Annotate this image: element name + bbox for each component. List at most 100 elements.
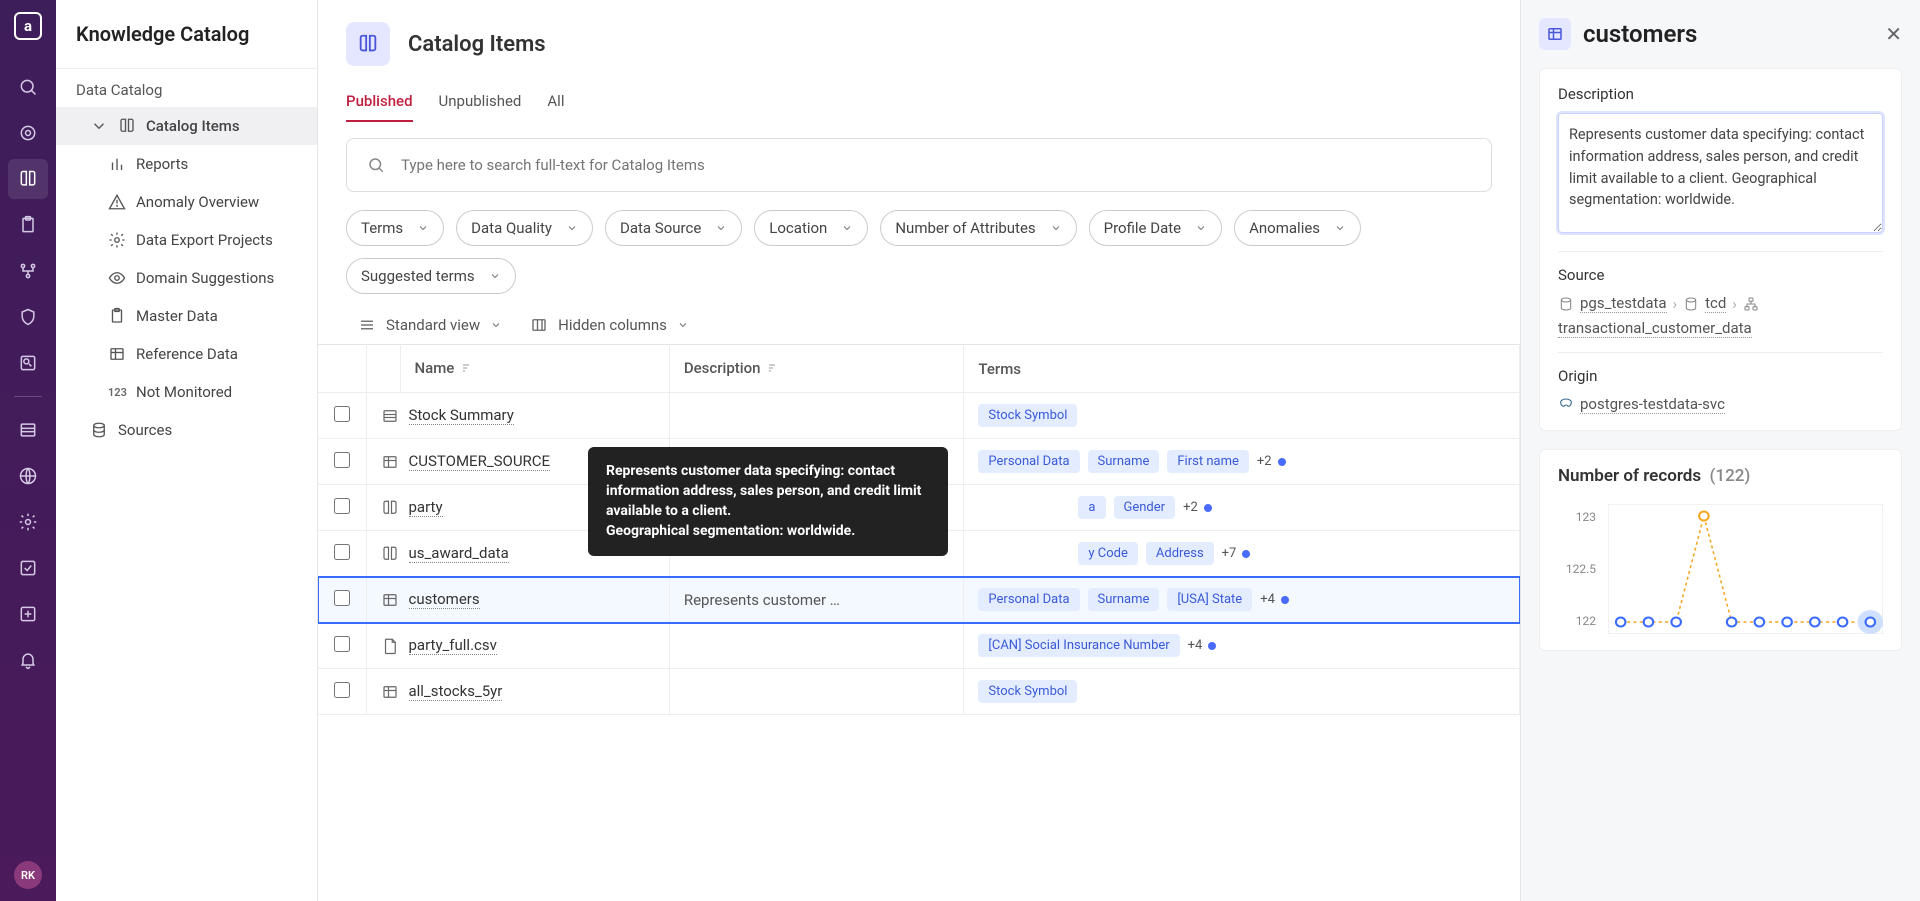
sidebar-item-catalog-items[interactable]: Catalog Items bbox=[56, 107, 317, 145]
table-row[interactable]: customers Represents customer … Personal D… bbox=[318, 577, 1520, 623]
search-box[interactable] bbox=[346, 138, 1492, 192]
item-name[interactable]: party_full.csv bbox=[409, 636, 497, 655]
filter-chip[interactable]: Suggested terms bbox=[346, 258, 516, 294]
rail-check-icon[interactable] bbox=[8, 548, 48, 588]
list-icon bbox=[358, 316, 376, 334]
row-checkbox[interactable] bbox=[334, 452, 350, 468]
term-tag[interactable]: a bbox=[1078, 496, 1105, 519]
item-name[interactable]: all_stocks_5yr bbox=[409, 682, 503, 701]
rail-catalog-icon[interactable] bbox=[8, 159, 48, 199]
origin-link[interactable]: postgres-testdata-svc bbox=[1580, 395, 1725, 414]
rail-globe-icon[interactable] bbox=[8, 456, 48, 496]
tab-all[interactable]: All bbox=[547, 92, 564, 122]
description-textarea[interactable] bbox=[1558, 113, 1883, 233]
standard-view-toggle[interactable]: Standard view bbox=[358, 316, 502, 334]
item-name[interactable]: CUSTOMER_SOURCE bbox=[409, 452, 551, 471]
tabs: Published Unpublished All bbox=[318, 72, 1520, 122]
hidden-columns-toggle[interactable]: Hidden columns bbox=[530, 316, 689, 334]
rail-shield-icon[interactable] bbox=[8, 297, 48, 337]
sidebar-item-label: Not Monitored bbox=[136, 383, 232, 401]
item-name[interactable]: Stock Summary bbox=[409, 406, 514, 425]
source-link[interactable]: pgs_testdata bbox=[1580, 294, 1667, 313]
sidebar-item-domain[interactable]: Domain Suggestions bbox=[56, 259, 317, 297]
chevron-right-icon: › bbox=[1732, 295, 1737, 313]
tab-unpublished[interactable]: Unpublished bbox=[439, 92, 522, 122]
term-tag[interactable]: Personal Data bbox=[978, 450, 1079, 473]
row-checkbox[interactable] bbox=[334, 636, 350, 652]
filter-chip[interactable]: Terms bbox=[346, 210, 444, 246]
close-icon[interactable]: ✕ bbox=[1885, 22, 1902, 46]
item-name[interactable]: us_award_data bbox=[409, 544, 509, 563]
sidebar-item-notmonitored[interactable]: 123 Not Monitored bbox=[56, 373, 317, 411]
rail-clipboard-icon[interactable] bbox=[8, 205, 48, 245]
term-tag[interactable]: [USA] State bbox=[1167, 588, 1252, 611]
source-link[interactable]: tcd bbox=[1705, 294, 1726, 313]
col-description[interactable]: Description bbox=[669, 345, 964, 393]
item-description bbox=[669, 393, 964, 439]
term-tag[interactable]: Address bbox=[1146, 542, 1214, 565]
filter-chip[interactable]: Data Quality bbox=[456, 210, 593, 246]
rail-flow-icon[interactable] bbox=[8, 251, 48, 291]
eye-icon bbox=[108, 269, 126, 287]
col-terms[interactable]: Terms bbox=[964, 345, 1520, 393]
table-row[interactable]: Stock Summary Stock Symbol bbox=[318, 393, 1520, 439]
chevron-down-icon bbox=[1334, 222, 1346, 234]
search-input[interactable] bbox=[401, 156, 1471, 174]
rail-settings-icon[interactable] bbox=[8, 502, 48, 542]
term-tag[interactable]: Personal Data bbox=[978, 588, 1079, 611]
filter-chip[interactable]: Location bbox=[754, 210, 868, 246]
rail-list-icon[interactable] bbox=[8, 410, 48, 450]
sidebar-item-export[interactable]: Data Export Projects bbox=[56, 221, 317, 259]
sort-icon bbox=[460, 360, 472, 378]
term-tag[interactable]: First name bbox=[1167, 450, 1248, 473]
sidebar-item-master[interactable]: Master Data bbox=[56, 297, 317, 335]
term-tag[interactable]: [CAN] Social Insurance Number bbox=[978, 634, 1179, 657]
database-icon bbox=[1558, 296, 1574, 312]
chevron-down-icon bbox=[566, 222, 578, 234]
chart-icon bbox=[108, 155, 126, 173]
source-link[interactable]: transactional_customer_data bbox=[1558, 319, 1752, 338]
more-terms[interactable]: +7 bbox=[1222, 546, 1251, 561]
filter-chip[interactable]: Anomalies bbox=[1234, 210, 1361, 246]
row-checkbox[interactable] bbox=[334, 498, 350, 514]
records-label: Number of records (122) bbox=[1558, 466, 1883, 486]
rail-bell-icon[interactable] bbox=[8, 640, 48, 680]
more-terms[interactable]: +2 bbox=[1183, 500, 1212, 515]
rail-search-icon[interactable] bbox=[8, 67, 48, 107]
table-row[interactable]: all_stocks_5yr Stock Symbol bbox=[318, 669, 1520, 715]
chevron-down-icon bbox=[490, 319, 502, 331]
more-terms[interactable]: +2 bbox=[1257, 454, 1286, 469]
sidebar-item-reference[interactable]: Reference Data bbox=[56, 335, 317, 373]
term-tag[interactable]: Stock Symbol bbox=[978, 680, 1077, 703]
rail-scan-icon[interactable] bbox=[8, 343, 48, 383]
row-checkbox[interactable] bbox=[334, 590, 350, 606]
item-description: Represents customer … bbox=[669, 577, 964, 623]
rail-target-icon[interactable] bbox=[8, 113, 48, 153]
term-tag[interactable]: Gender bbox=[1114, 496, 1176, 519]
term-tag[interactable]: Surname bbox=[1088, 450, 1160, 473]
table-icon bbox=[108, 345, 126, 363]
view-label: Standard view bbox=[386, 316, 480, 334]
col-name[interactable]: Name bbox=[400, 345, 669, 393]
rail-app-icon[interactable] bbox=[8, 594, 48, 634]
item-name[interactable]: customers bbox=[409, 590, 480, 609]
term-tag[interactable]: Stock Symbol bbox=[978, 404, 1077, 427]
sidebar-item-sources[interactable]: Sources bbox=[56, 411, 317, 449]
row-checkbox[interactable] bbox=[334, 544, 350, 560]
filter-chip[interactable]: Profile Date bbox=[1089, 210, 1222, 246]
sidebar-item-reports[interactable]: Reports bbox=[56, 145, 317, 183]
alert-icon bbox=[108, 193, 126, 211]
sidebar-item-anomaly[interactable]: Anomaly Overview bbox=[56, 183, 317, 221]
filter-chip[interactable]: Data Source bbox=[605, 210, 742, 246]
term-tag[interactable]: Surname bbox=[1088, 588, 1160, 611]
tab-published[interactable]: Published bbox=[346, 92, 413, 122]
term-tag[interactable]: y Code bbox=[1078, 542, 1137, 565]
row-checkbox[interactable] bbox=[334, 406, 350, 422]
filter-chip[interactable]: Number of Attributes bbox=[880, 210, 1076, 246]
user-avatar[interactable]: RK bbox=[14, 861, 42, 889]
item-name[interactable]: party bbox=[409, 498, 443, 517]
row-checkbox[interactable] bbox=[334, 682, 350, 698]
more-terms[interactable]: +4 bbox=[1260, 592, 1289, 607]
table-row[interactable]: party_full.csv [CAN] Social Insurance Num… bbox=[318, 623, 1520, 669]
more-terms[interactable]: +4 bbox=[1188, 638, 1217, 653]
